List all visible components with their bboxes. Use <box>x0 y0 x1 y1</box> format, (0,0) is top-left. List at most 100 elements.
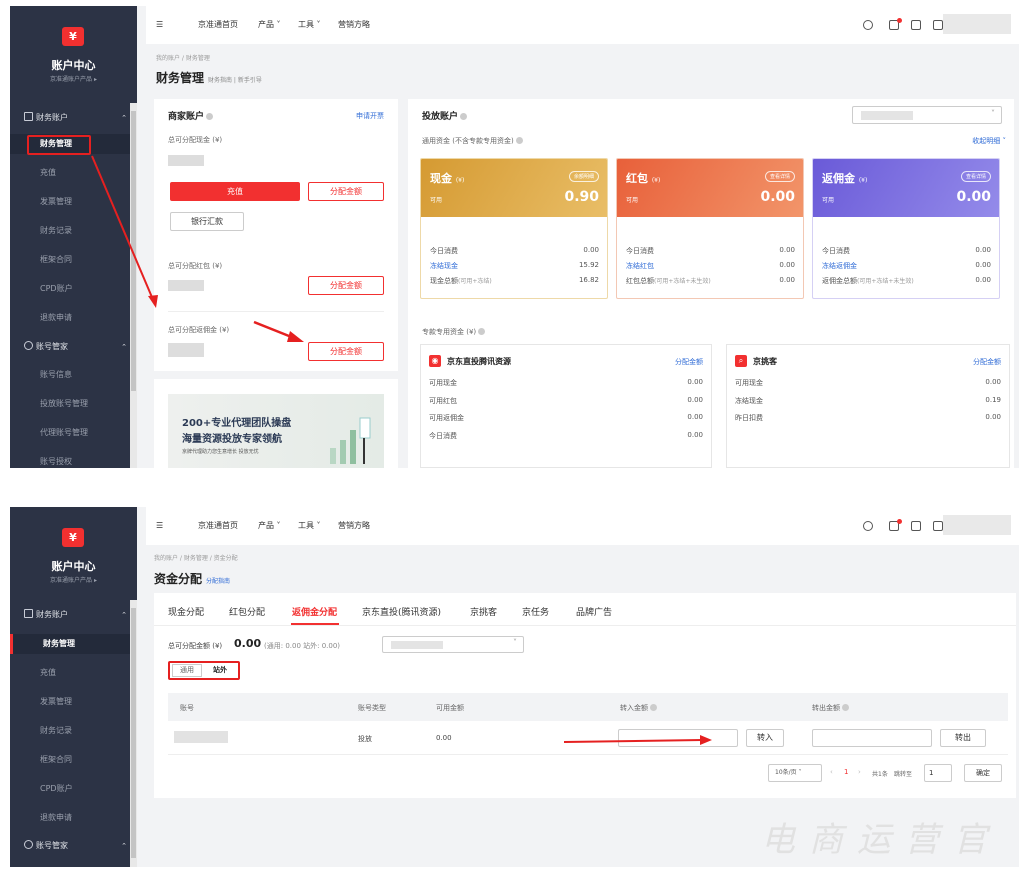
toggle-general[interactable]: 通用 <box>172 664 202 677</box>
sidebar-item-invoice[interactable]: 发票管理 <box>10 692 137 712</box>
user-avatar[interactable] <box>943 515 1011 535</box>
sidebar-group-account[interactable]: 账号管家 ⌃ <box>10 836 137 856</box>
bank-transfer-button[interactable]: 银行汇款 <box>170 212 244 231</box>
tab-jtk[interactable]: 京挑客 <box>470 605 497 618</box>
document-icon[interactable] <box>911 20 921 30</box>
page-number[interactable]: 1 <box>844 768 848 776</box>
allocation-guide-link[interactable]: 分配指南 <box>206 576 230 585</box>
transfer-in-button[interactable]: 转入 <box>746 729 784 747</box>
sidebar-item-cpd[interactable]: CPD账户 <box>10 779 137 799</box>
sidebar-group-finance[interactable]: 财务账户 ⌃ <box>10 605 137 625</box>
wallet-icon <box>24 609 33 618</box>
tab-redpack[interactable]: 红包分配 <box>229 605 265 618</box>
frozen-redpack-link[interactable]: 冻结红包 <box>626 262 654 270</box>
sidebar-item-records[interactable]: 财务记录 <box>10 221 137 241</box>
nav-products[interactable]: 产品 ˅ <box>258 507 281 545</box>
jtk-row: 昨日扣费 0.00 <box>735 413 1001 423</box>
tab-tencent[interactable]: 京东直投(腾讯资源) <box>362 605 441 618</box>
sidebar-item-contract[interactable]: 框架合同 <box>10 750 137 770</box>
sidebar-item-finance-management[interactable]: 财务管理 <box>10 634 137 654</box>
goto-input[interactable]: 1 <box>924 764 952 782</box>
recharge-button[interactable]: 充值 <box>170 182 300 201</box>
help-icon[interactable] <box>650 704 657 711</box>
sidebar-item-agent-accounts[interactable]: 代理账号管理 <box>10 423 137 443</box>
sidebar-item-authorization[interactable]: 账号授权 <box>10 452 137 468</box>
allocate-cash-button[interactable]: 分配金额 <box>308 182 384 201</box>
scrollbar-thumb[interactable] <box>131 608 136 858</box>
sidebar-item-delivery-accounts[interactable]: 投放账号管理 <box>10 394 137 414</box>
allocate-rebate-button[interactable]: 分配金额 <box>308 342 384 361</box>
cash-fund-card: 现金 (¥) 余额明细 可用 0.90 今日消费 0.00 冻结现金 15.92 现… <box>420 158 608 299</box>
sidebar-item-contract[interactable]: 框架合同 <box>10 250 137 270</box>
jtk-allocate-link[interactable]: 分配金额 <box>973 357 1001 367</box>
nav-tools[interactable]: 工具 ˅ <box>298 507 321 545</box>
sidebar-subtitle[interactable]: 京准通账户产品 ▸ <box>10 575 137 584</box>
help-icon[interactable] <box>842 704 849 711</box>
help-icon[interactable] <box>460 113 468 120</box>
account-select[interactable]: ˅ <box>852 106 1002 124</box>
goto-confirm-button[interactable]: 确定 <box>964 764 1002 782</box>
sidebar-item-account-info[interactable]: 账号信息 <box>10 365 137 385</box>
nav-home[interactable]: 京准通首页 <box>198 507 238 545</box>
transfer-in-input[interactable] <box>618 729 738 747</box>
cash-detail-badge[interactable]: 余额明细 <box>568 171 599 182</box>
row-key: 可用现金 <box>735 379 763 387</box>
sidebar-scrollbar[interactable] <box>130 600 137 867</box>
sidebar-item-refund[interactable]: 退款申请 <box>10 308 137 328</box>
user-avatar[interactable] <box>943 14 1011 34</box>
frozen-rebate-link[interactable]: 冻结返佣金 <box>822 262 857 270</box>
general-funds-label: 通用资金 (不含专款专用资金) <box>422 136 523 146</box>
collapse-detail-link[interactable]: 收起明细 ˅ <box>972 136 1006 146</box>
apply-invoice-link[interactable]: 申请开票 <box>356 111 384 121</box>
calendar-icon[interactable] <box>933 20 943 30</box>
help-links[interactable]: 财务指南 | 新手引导 <box>208 75 262 84</box>
rebate-available-amount: 0.00 <box>956 189 991 205</box>
help-icon[interactable] <box>515 137 523 144</box>
help-icon[interactable] <box>206 113 214 120</box>
account-id-blurred <box>174 731 228 743</box>
sidebar-item-recharge[interactable]: 充值 <box>10 163 137 183</box>
sidebar-subtitle[interactable]: 京准通账户产品 ▸ <box>10 74 137 83</box>
next-page-icon[interactable]: › <box>858 768 861 776</box>
sidebar-group-finance[interactable]: 财务账户 ⌃ <box>10 108 137 128</box>
promo-banner[interactable]: 200+专业代理团队操盘 海量资源投放专家领航 京牌代理助力您生意增长 投放无忧 <box>168 394 384 468</box>
tab-rebate[interactable]: 返佣金分配 <box>292 605 337 618</box>
tab-brand-ads[interactable]: 品牌广告 <box>576 605 612 618</box>
frozen-cash-link[interactable]: 冻结现金 <box>430 262 458 270</box>
tab-cash[interactable]: 现金分配 <box>168 605 204 618</box>
cube-icon[interactable] <box>863 521 873 531</box>
prev-page-icon[interactable]: ‹ <box>830 768 833 776</box>
sidebar-item-invoice[interactable]: 发票管理 <box>10 192 137 212</box>
nav-products[interactable]: 产品 ˅ <box>258 6 281 44</box>
page-size-select[interactable]: 10条/页 ˅ <box>768 764 822 782</box>
help-icon[interactable] <box>478 328 486 335</box>
cube-icon[interactable] <box>863 20 873 30</box>
menu-icon[interactable]: ☰ <box>156 6 163 44</box>
allocate-redpack-button[interactable]: 分配金额 <box>308 276 384 295</box>
sidebar-group-account[interactable]: 账号管家 ⌃ <box>10 337 137 357</box>
account-select[interactable]: ˅ <box>382 636 524 653</box>
sidebar-item-cpd[interactable]: CPD账户 <box>10 279 137 299</box>
nav-marketing[interactable]: 营销方略 <box>338 6 370 44</box>
nav-home[interactable]: 京准通首页 <box>198 6 238 44</box>
menu-icon[interactable]: ☰ <box>156 507 163 545</box>
tencent-allocate-link[interactable]: 分配金额 <box>675 357 703 367</box>
scrollbar-thumb[interactable] <box>131 111 136 391</box>
sidebar-scrollbar[interactable] <box>130 103 137 468</box>
nav-marketing[interactable]: 营销方略 <box>338 507 370 545</box>
nav-tools[interactable]: 工具 ˅ <box>298 6 321 44</box>
document-icon[interactable] <box>911 521 921 531</box>
sidebar-item-records[interactable]: 财务记录 <box>10 721 137 741</box>
total-allocatable-value: 0.00 <box>234 637 262 650</box>
rebate-detail-badge[interactable]: 查看详情 <box>960 171 991 182</box>
tab-jrw[interactable]: 京任务 <box>522 605 549 618</box>
transfer-out-input[interactable] <box>812 729 932 747</box>
sidebar-item-recharge[interactable]: 充值 <box>10 663 137 683</box>
jtk-row: 冻结现金 0.19 <box>735 396 1001 406</box>
transfer-out-button[interactable]: 转出 <box>940 729 986 747</box>
nav-label: 产品 <box>258 521 274 530</box>
toggle-offsite[interactable]: 站外 <box>204 664 236 677</box>
calendar-icon[interactable] <box>933 521 943 531</box>
sidebar-item-refund[interactable]: 退款申请 <box>10 808 137 828</box>
redpack-detail-badge[interactable]: 查看详情 <box>764 171 795 182</box>
